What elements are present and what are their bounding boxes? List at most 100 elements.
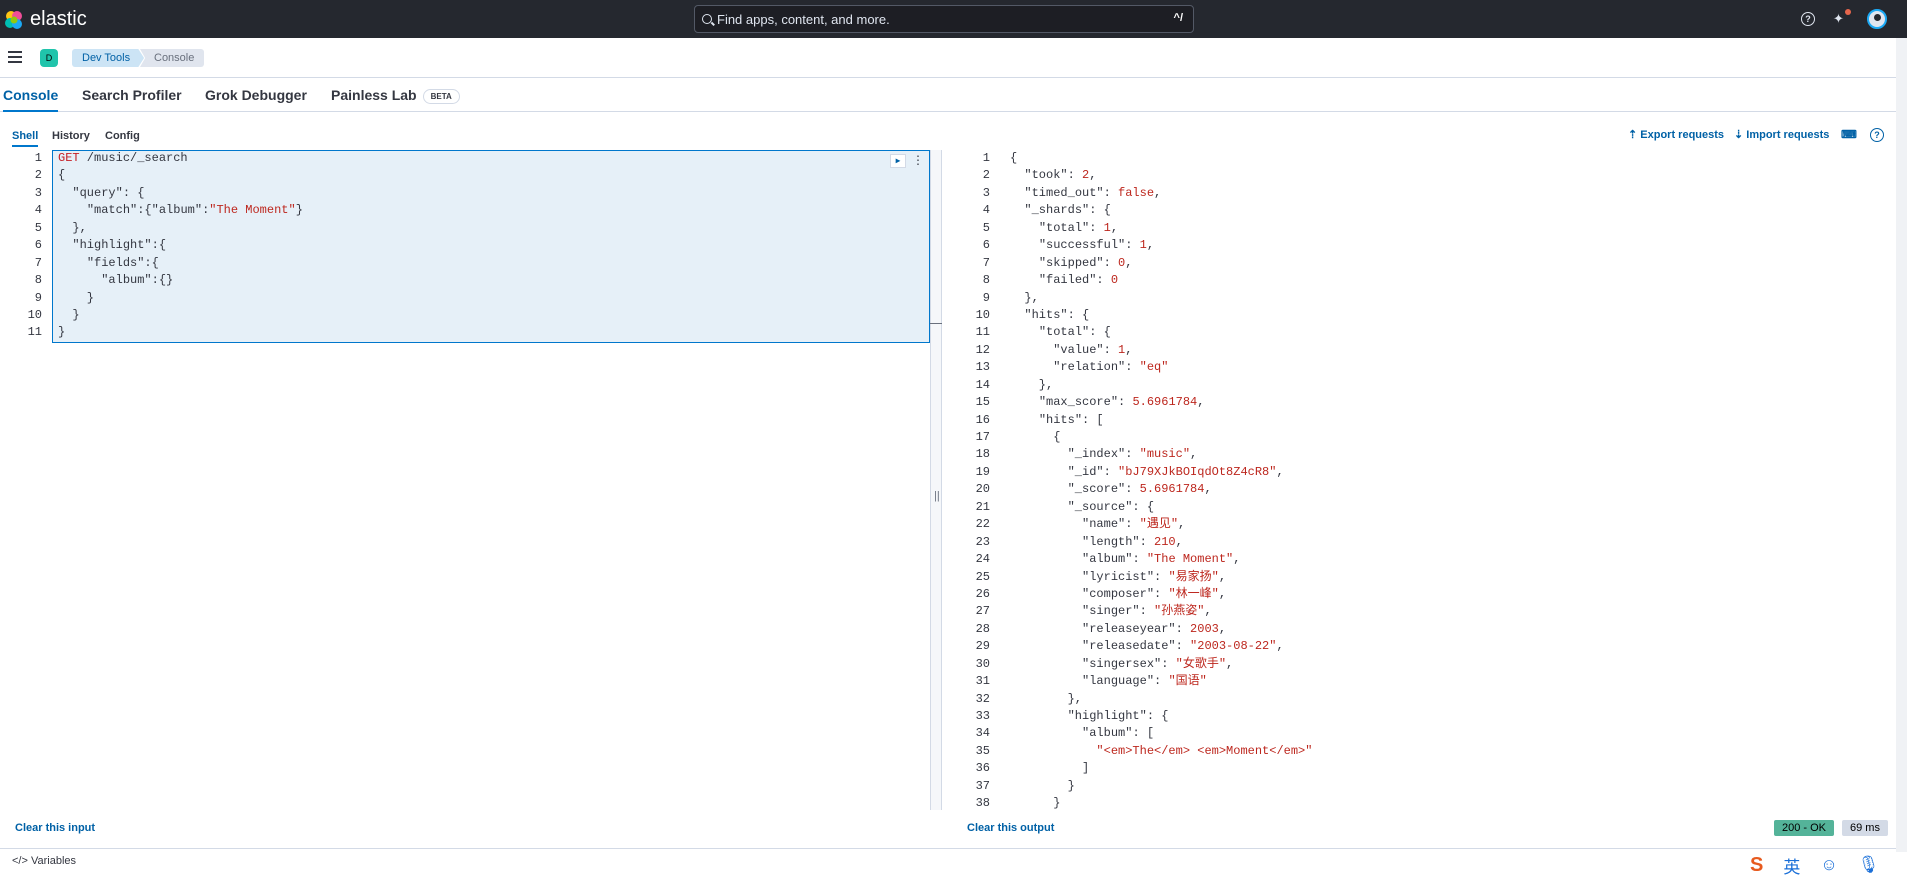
output-line-number: 31 — [975, 674, 990, 689]
output-line-number: 26 — [975, 586, 990, 601]
keyboard-shortcuts-icon[interactable]: ⌨ — [1841, 128, 1857, 141]
editor-code-line[interactable]: } — [58, 324, 303, 341]
subtab-shell[interactable]: Shell — [12, 130, 39, 147]
output-code-line: "<em>The</em> <em>Moment</em>" — [1096, 743, 1313, 758]
output-code-line: "_id": "bJ79XJkBOIqdOt8Z4cR8", — [1067, 464, 1284, 479]
page-scrollbar[interactable] — [1896, 38, 1907, 878]
editor-code-line[interactable]: "album":{} — [58, 272, 303, 289]
editor-code-line[interactable]: } — [58, 290, 303, 307]
editor-code-line[interactable]: "match":{"album":"The Moment"} — [58, 202, 303, 219]
tab-search-profiler[interactable]: Search Profiler — [82, 87, 182, 112]
editor-code[interactable]: GET /music/_search{ "query": { "match":{… — [58, 150, 303, 342]
editor-line-number: 5 — [34, 220, 42, 235]
elastic-logo-icon — [5, 10, 22, 29]
search-shortcut: ^/ — [1173, 12, 1183, 24]
editor-code-line[interactable]: { — [58, 167, 303, 184]
user-avatar[interactable] — [1867, 9, 1887, 29]
more-actions-icon[interactable]: ⋮ — [912, 154, 924, 168]
editor-line-number: 8 — [34, 273, 42, 288]
output-code-line: "timed_out": false, — [1024, 185, 1162, 200]
output-line-number: 20 — [975, 482, 990, 497]
output-line-number: 1 — [982, 151, 990, 165]
output-line-number: 23 — [975, 534, 990, 549]
output-line-number: 16 — [975, 412, 990, 427]
breadcrumb-dev-tools[interactable]: Dev Tools — [72, 49, 145, 67]
output-line-number: 10 — [975, 307, 990, 322]
output-code-line: "name": "遇见", — [1082, 517, 1186, 532]
editor-line-number: 10 — [27, 307, 42, 322]
send-request-button[interactable]: ▶ — [890, 154, 906, 168]
console-subtabs: Shell History Config — [0, 125, 1907, 147]
editor-line-number: 2 — [34, 168, 42, 183]
output-code-line: "releaseyear": 2003, — [1082, 621, 1227, 636]
breadcrumb-bar: D Dev Tools Console — [0, 38, 1907, 78]
output-code-line: "hits": [ — [1038, 412, 1104, 427]
brand-name: elastic — [30, 8, 87, 30]
painless-lab-label: Painless Lab — [331, 87, 417, 103]
output-line-number: 8 — [982, 273, 990, 288]
output-line-number: 14 — [975, 377, 990, 392]
beta-badge: BETA — [422, 88, 460, 104]
emoji-icon[interactable]: ☺ — [1820, 855, 1837, 875]
output-code-line: "highlight": { — [1067, 709, 1169, 723]
variables-button[interactable]: </> Variables — [12, 855, 76, 867]
output-line-number: 29 — [975, 639, 990, 654]
import-icon: ⇣ — [1734, 129, 1747, 141]
editor-line-number: 11 — [27, 325, 42, 340]
menu-icon[interactable] — [8, 51, 22, 63]
notification-dot — [1845, 9, 1851, 15]
variables-bar: </> Variables — [0, 848, 1907, 874]
import-requests-button[interactable]: ⇣ Import requests — [1734, 128, 1829, 141]
clear-input-button[interactable]: Clear this input — [15, 822, 95, 834]
response-time-badge: 69 ms — [1842, 820, 1888, 836]
global-search-input[interactable]: Find apps, content, and more. ^/ — [694, 5, 1194, 33]
output-code-line: "max_score": 5.6961784, — [1038, 395, 1205, 410]
output-code-line: "_source": { — [1067, 499, 1155, 514]
output-line-number: 27 — [975, 604, 990, 619]
output-line-number: 11 — [975, 325, 990, 340]
drag-handle-icon[interactable]: || — [934, 490, 940, 502]
output-code-line: "composer": "林一峰", — [1082, 586, 1227, 601]
editor-line-number: 1 — [34, 151, 42, 165]
output-code: { "took": 2, "timed_out": false, "_shard… — [1010, 150, 1312, 813]
output-code-line: "_index": "music", — [1067, 447, 1198, 462]
output-line-number: 38 — [975, 796, 990, 811]
sogou-logo-icon[interactable]: S — [1750, 854, 1763, 877]
help-circle-icon[interactable]: ? — [1870, 128, 1884, 142]
tab-console[interactable]: Console — [3, 87, 59, 112]
clear-output-button[interactable]: Clear this output — [967, 822, 1054, 834]
ime-language-toggle[interactable]: 英 — [1783, 853, 1800, 878]
status-badge: 200 - OK — [1774, 820, 1835, 836]
microphone-icon[interactable]: 🎙 — [1858, 855, 1880, 875]
output-code-line: "took": 2, — [1024, 168, 1097, 183]
request-editor[interactable]: 1 2 3 4 5 6 7 8 9 10 11 GET /music/_search{ "query… — [0, 150, 930, 810]
editor-code-line[interactable]: "query": { — [58, 185, 303, 202]
tab-grok-debugger[interactable]: Grok Debugger — [205, 87, 307, 112]
pane-resizer[interactable]: || — [930, 150, 942, 810]
output-code-line: "total": { — [1038, 325, 1111, 340]
output-line-number: 12 — [975, 342, 990, 357]
output-code-line: "successful": 1, — [1038, 238, 1155, 253]
subtab-history[interactable]: History — [52, 130, 90, 142]
elastic-logo[interactable]: elastic — [4, 8, 87, 31]
editor-code-line[interactable]: } — [58, 307, 303, 324]
output-code-line: "language": "国语" — [1082, 674, 1207, 689]
output-line-numbers: 1 2 3 4 5 6 7 8 9 10 11 12 13 14 15 16 17 18 19 20 21 22 23 24 2… — [960, 150, 990, 813]
editor-code-line[interactable]: GET /music/_search — [58, 150, 303, 167]
output-line-number: 6 — [982, 238, 990, 253]
news-feed-icon[interactable]: ✦ — [1833, 9, 1851, 27]
editor-code-line[interactable]: "fields":{ — [58, 255, 303, 272]
import-label: Import requests — [1746, 129, 1830, 141]
editor-code-line[interactable]: }, — [58, 220, 303, 237]
export-requests-button[interactable]: ⇡ Export requests — [1628, 128, 1724, 141]
output-line-number: 21 — [975, 499, 990, 514]
output-code-line: }, — [1010, 290, 1039, 305]
tab-painless-lab[interactable]: Painless Lab BETA — [331, 87, 460, 112]
help-icon[interactable]: ? — [1801, 12, 1815, 26]
output-code-line: "album": "The Moment", — [1082, 552, 1241, 567]
output-code-line: "skipped": 0, — [1038, 255, 1133, 270]
editor-code-line[interactable]: "highlight":{ — [58, 237, 303, 254]
editor-line-numbers: 1 2 3 4 5 6 7 8 9 10 11 — [0, 150, 42, 342]
subtab-config[interactable]: Config — [105, 130, 140, 142]
space-avatar[interactable]: D — [40, 49, 58, 67]
